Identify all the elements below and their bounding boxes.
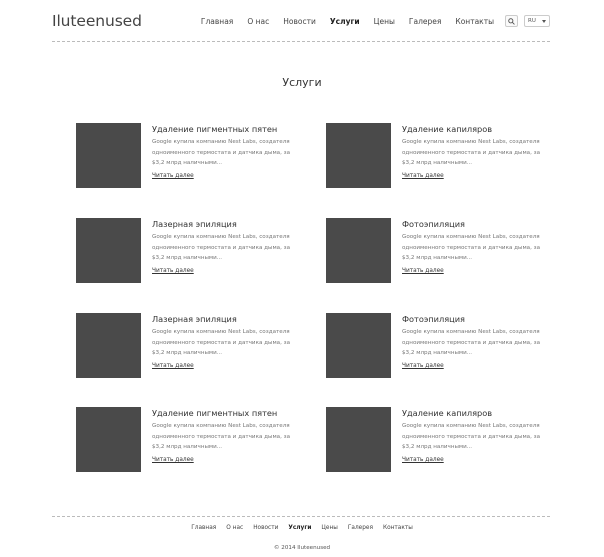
read-more-link[interactable]: Читать далее xyxy=(152,363,194,369)
service-title[interactable]: Лазерная эпиляция xyxy=(152,314,237,324)
service-image[interactable] xyxy=(326,218,391,283)
service-card: Удаление капиляров Google купила компани… xyxy=(326,407,554,473)
nav-item-contacts[interactable]: Контакты xyxy=(455,17,494,26)
service-card: Фотоэпиляция Google купила компанию Nest… xyxy=(326,218,554,284)
service-title[interactable]: Фотоэпиляция xyxy=(402,314,465,324)
service-image[interactable] xyxy=(326,407,391,472)
chevron-down-icon xyxy=(542,20,546,23)
service-description: Google купила компанию Nest Labs, создат… xyxy=(402,329,541,356)
service-title[interactable]: Удаление пигментных пятен xyxy=(152,124,277,134)
nav-item-home[interactable]: Главная xyxy=(201,17,233,26)
service-card: Лазерная эпиляция Google купила компанию… xyxy=(76,313,304,379)
footer-item-contacts[interactable]: Контакты xyxy=(383,525,413,531)
service-card: Удаление капиляров Google купила компани… xyxy=(326,123,554,189)
read-more-link[interactable]: Читать далее xyxy=(402,173,444,179)
service-title[interactable]: Удаление пигментных пятен xyxy=(152,408,277,418)
service-image[interactable] xyxy=(76,218,141,283)
read-more-link[interactable]: Читать далее xyxy=(402,268,444,274)
copyright-text: © 2014 Iluteenused xyxy=(273,545,331,551)
nav-item-services[interactable]: Услуги xyxy=(330,17,360,26)
footer-item-services[interactable]: Услуги xyxy=(288,525,311,531)
read-more-link[interactable]: Читать далее xyxy=(152,268,194,274)
footer-nav: Главная О нас Новости Услуги Цены Галере… xyxy=(0,525,604,531)
service-image[interactable] xyxy=(76,123,141,188)
service-title[interactable]: Лазерная эпиляция xyxy=(152,219,237,229)
language-select[interactable]: RU xyxy=(524,15,550,27)
page-title: Услуги xyxy=(282,76,322,89)
service-description: Google купила компанию Nest Labs, создат… xyxy=(152,423,291,450)
read-more-link[interactable]: Читать далее xyxy=(402,363,444,369)
nav-item-about[interactable]: О нас xyxy=(247,17,269,26)
service-description: Google купила компанию Nest Labs, создат… xyxy=(402,423,541,450)
search-button[interactable] xyxy=(505,15,518,27)
service-title[interactable]: Фотоэпиляция xyxy=(402,219,465,229)
service-card: Фотоэпиляция Google купила компанию Nest… xyxy=(326,313,554,379)
service-description: Google купила компанию Nest Labs, создат… xyxy=(152,139,291,166)
service-title[interactable]: Удаление капиляров xyxy=(402,124,492,134)
read-more-link[interactable]: Читать далее xyxy=(152,173,194,179)
service-description: Google купила компанию Nest Labs, создат… xyxy=(152,329,291,356)
service-card: Лазерная эпиляция Google купила компанию… xyxy=(76,218,304,284)
service-image[interactable] xyxy=(76,407,141,472)
service-card: Удаление пигментных пятен Google купила … xyxy=(76,123,304,189)
service-card: Удаление пигментных пятен Google купила … xyxy=(76,407,304,473)
read-more-link[interactable]: Читать далее xyxy=(402,457,444,463)
header-divider xyxy=(52,41,550,42)
footer-divider xyxy=(52,516,550,517)
site-logo[interactable]: Iluteenused xyxy=(52,12,142,30)
read-more-link[interactable]: Читать далее xyxy=(152,457,194,463)
search-icon xyxy=(508,17,515,25)
nav-item-prices[interactable]: Цены xyxy=(374,17,395,26)
footer-item-prices[interactable]: Цены xyxy=(321,525,337,531)
footer-item-news[interactable]: Новости xyxy=(253,525,278,531)
nav-item-news[interactable]: Новости xyxy=(283,17,316,26)
main-nav: Главная О нас Новости Услуги Цены Галере… xyxy=(187,17,494,26)
nav-item-gallery[interactable]: Галерея xyxy=(409,17,441,26)
service-description: Google купила компанию Nest Labs, создат… xyxy=(152,234,291,261)
service-description: Google купила компанию Nest Labs, создат… xyxy=(402,139,541,166)
language-value: RU xyxy=(528,18,536,24)
footer-item-home[interactable]: Главная xyxy=(191,525,216,531)
service-image[interactable] xyxy=(76,313,141,378)
service-image[interactable] xyxy=(326,313,391,378)
service-description: Google купила компанию Nest Labs, создат… xyxy=(402,234,541,261)
site-header: Iluteenused Главная О нас Новости Услуги… xyxy=(52,0,550,42)
service-title[interactable]: Удаление капиляров xyxy=(402,408,492,418)
footer-item-gallery[interactable]: Галерея xyxy=(348,525,373,531)
service-image[interactable] xyxy=(326,123,391,188)
footer-item-about[interactable]: О нас xyxy=(226,525,243,531)
